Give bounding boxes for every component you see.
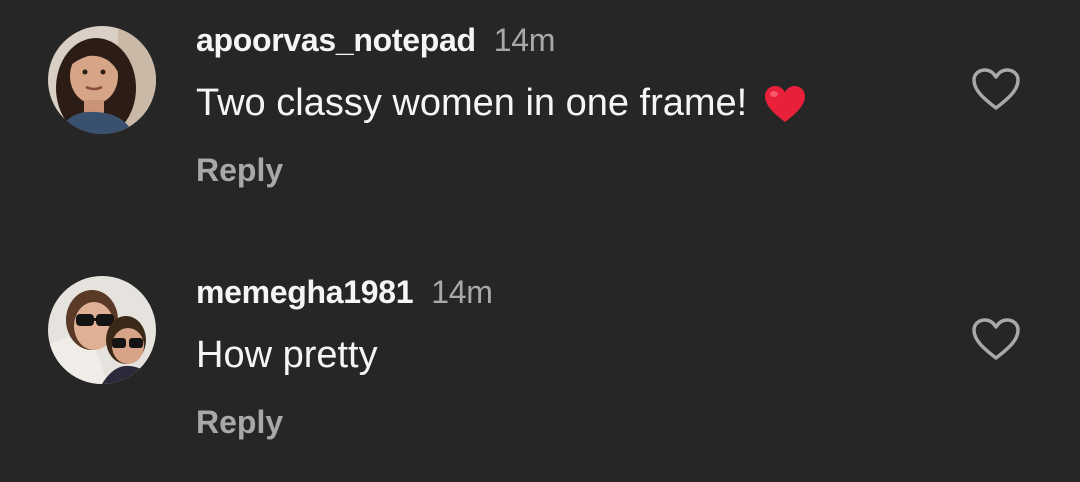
comment-timestamp: 14m	[493, 22, 556, 58]
comment-username[interactable]: memegha1981 14m	[196, 274, 493, 311]
comment-item: memegha1981 14m How pretty Reply	[0, 252, 1080, 482]
comment-username[interactable]: apoorvas_notepad 14m	[196, 22, 555, 59]
username-text[interactable]: memegha1981	[196, 274, 414, 310]
comment-item: apoorvas_notepad 14m Two classy women in …	[0, 0, 1080, 230]
heart-outline-icon[interactable]	[970, 66, 1022, 112]
comment-timestamp: 14m	[431, 274, 493, 310]
username-text[interactable]: apoorvas_notepad	[196, 22, 476, 58]
comment-body: How pretty	[196, 334, 378, 376]
heart-outline-icon[interactable]	[970, 316, 1022, 362]
red-heart-emoji-icon	[763, 84, 807, 124]
reply-button[interactable]: Reply	[196, 152, 283, 189]
comment-text: Two classy women in one frame!	[196, 82, 807, 125]
avatar[interactable]	[48, 276, 156, 384]
comment-text: How pretty	[196, 334, 378, 377]
comment-body: Two classy women in one frame!	[196, 82, 748, 124]
reply-button[interactable]: Reply	[196, 404, 283, 441]
avatar[interactable]	[48, 26, 156, 134]
